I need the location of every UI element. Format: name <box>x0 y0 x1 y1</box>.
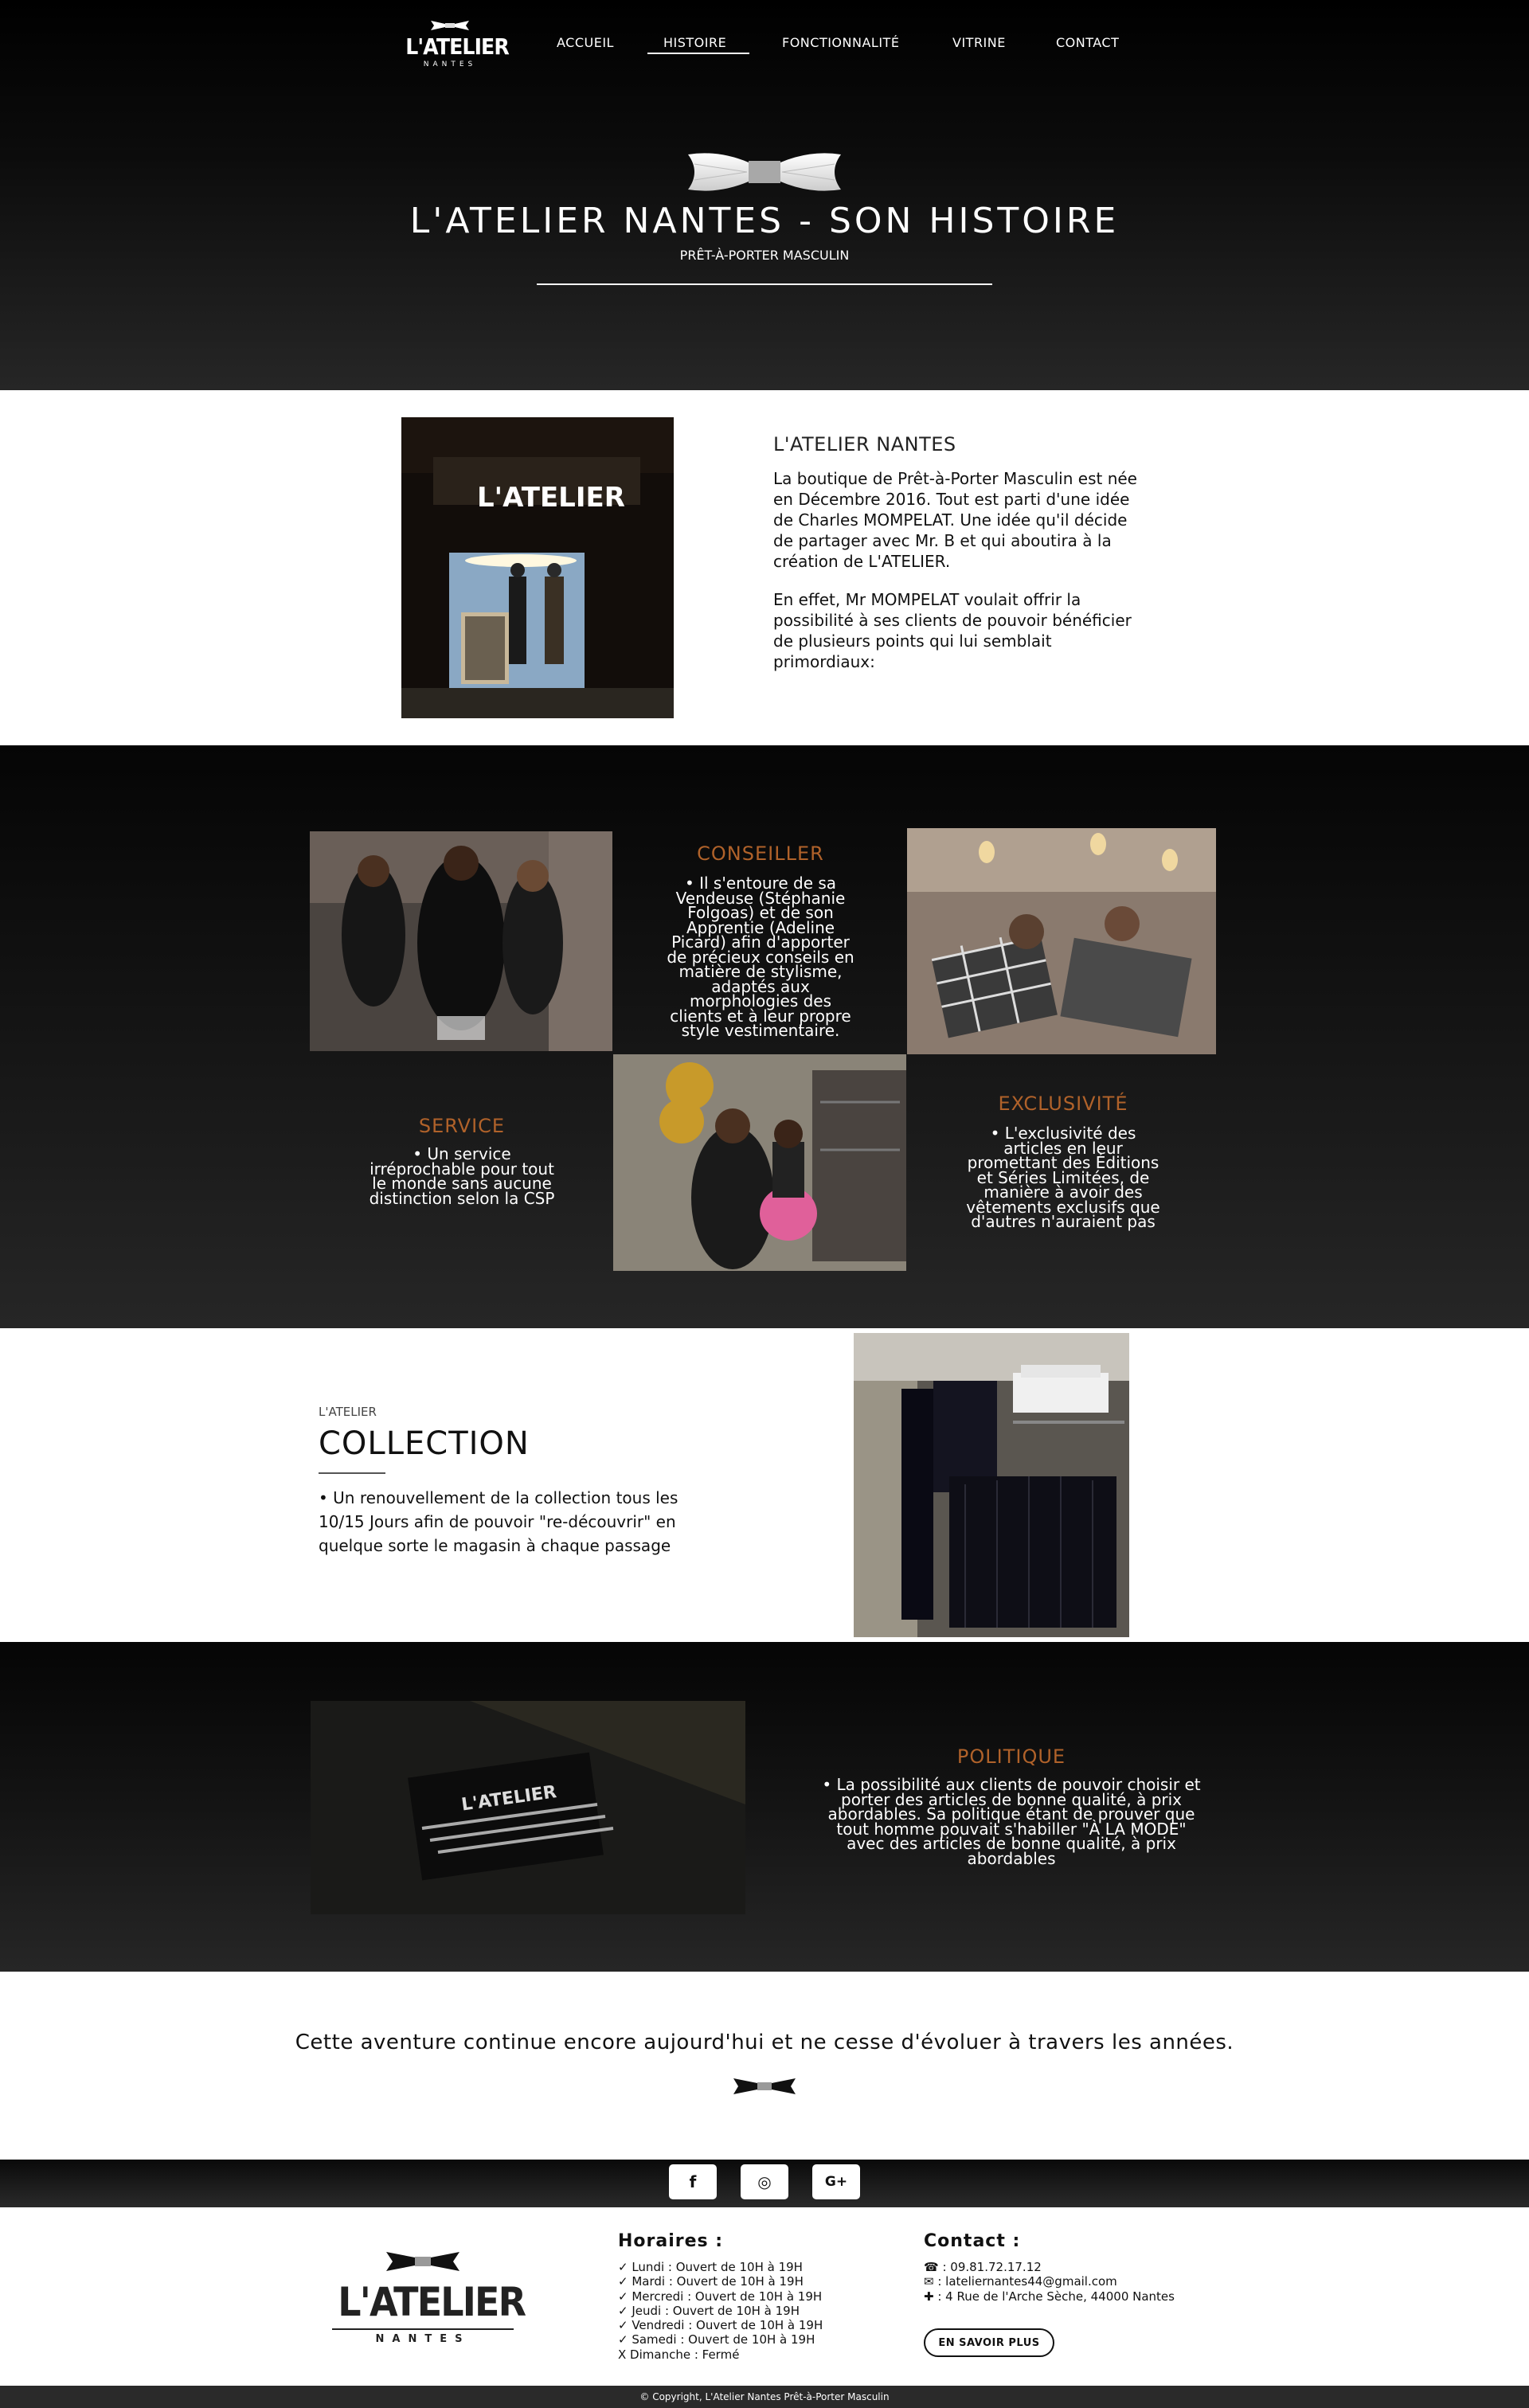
logo-city: NANTES <box>423 61 477 68</box>
horaire-item: ✓ Mercredi : Ouvert de 10H à 19H <box>618 2289 823 2304</box>
conclusion-text: Cette aventure continue encore aujourd'h… <box>295 2031 1234 2054</box>
contact-address: ✚ : 4 Rue de l'Arche Sèche, 44000 Nantes <box>924 2289 1175 2304</box>
bowtie-hero-icon <box>688 153 841 191</box>
collection-kicker: L'ATELIER <box>319 1405 377 1419</box>
storefront-sign: L'ATELIER <box>477 482 625 514</box>
page-subtitle: PRÊT-À-PORTER MASCULIN <box>679 248 850 263</box>
politique-section <box>0 1642 1529 1972</box>
conseiller-title: CONSEILLER <box>697 842 824 865</box>
storefront-photo: L'ATELIER <box>401 417 674 718</box>
politique-text: • La possibilité aux clients de pouvoir … <box>772 1777 1250 1866</box>
footer-logo-wordmark: L'ATELIER <box>338 2279 526 2325</box>
about-line: de Charles MOMPELAT. Une idée qu'il déci… <box>773 510 1128 530</box>
facebook-icon: f <box>689 2172 697 2191</box>
collection-line: quelque sorte le magasin à chaque passag… <box>319 1536 671 1555</box>
about-line: possibilité à ses clients de pouvoir bén… <box>773 611 1132 630</box>
nav-fonctionnalite[interactable]: FONCTIONNALITÉ <box>782 35 899 50</box>
business-card-photo: L'ATELIER <box>311 1701 745 1914</box>
title-divider <box>537 283 992 285</box>
collection-line: 10/15 Jours afin de pouvoir "re-découvri… <box>319 1512 676 1531</box>
page-title: L'ATELIER NANTES - SON HISTOIRE <box>409 201 1120 241</box>
google-plus-icon: G+ <box>824 2174 848 2190</box>
about-paragraph-2: En effet, Mr MOMPELAT voulait offrir la … <box>773 589 1203 672</box>
horaire-item: ✓ Lundi : Ouvert de 10H à 19H <box>618 2260 803 2274</box>
service-text: • Un service irréprochable pour tout le … <box>311 1146 613 1208</box>
conseiller-line: style vestimentaire. <box>681 1021 840 1040</box>
horaire-item: ✓ Mardi : Ouvert de 10H à 19H <box>618 2274 804 2289</box>
footer-logo[interactable]: L'ATELIER NANTES <box>330 2250 526 2346</box>
footer-logo-city: NANTES <box>375 2333 471 2345</box>
nav-contact[interactable]: CONTACT <box>1056 35 1119 50</box>
about-line: création de L'ATELIER. <box>773 552 951 571</box>
about-line: de partager avec Mr. B et qui aboutira à… <box>773 531 1112 550</box>
nav-vitrine[interactable]: VITRINE <box>952 35 1006 50</box>
horaire-item: ✓ Jeudi : Ouvert de 10H à 19H <box>618 2303 800 2318</box>
team-photo-1 <box>310 831 612 1051</box>
about-line: La boutique de Prêt-à-Porter Masculin es… <box>773 469 1137 488</box>
politique-title: POLITIQUE <box>956 1745 1066 1768</box>
collection-text: • Un renouvellement de la collection tou… <box>319 1486 764 1558</box>
horaires-title: Horaires : <box>618 2231 724 2251</box>
google-plus-button[interactable]: G+ <box>812 2164 860 2199</box>
collection-photo <box>854 1333 1129 1637</box>
facebook-button[interactable]: f <box>669 2164 717 2199</box>
team-photo-3 <box>613 1054 906 1271</box>
nav-accueil[interactable]: ACCUEIL <box>557 35 614 50</box>
about-line: de plusieurs points qui lui semblait <box>773 631 1052 651</box>
exclusivite-title: EXCLUSIVITÉ <box>998 1093 1128 1115</box>
about-title: L'ATELIER NANTES <box>773 433 956 455</box>
horaire-item: ✓ Vendredi : Ouvert de 10H à 19H <box>618 2318 823 2333</box>
nav-active-indicator <box>647 53 749 54</box>
collection-line: • Un renouvellement de la collection tou… <box>319 1488 678 1507</box>
horaires-list: ✓ Lundi : Ouvert de 10H à 19H ✓ Mardi : … <box>618 2260 889 2362</box>
header-logo[interactable]: L'ATELIER NANTES <box>401 19 510 72</box>
about-line: primordiaux: <box>773 652 875 671</box>
exclusivite-text: • L'exclusivité des articles en leur pro… <box>912 1125 1214 1231</box>
about-line: en Décembre 2016. Tout est parti d'une i… <box>773 490 1130 509</box>
logo-wordmark: L'ATELIER <box>405 33 510 60</box>
bowtie-footer-icon <box>386 2252 459 2271</box>
exclusivite-line: d'autres n'auraient pas <box>971 1212 1156 1231</box>
instagram-button[interactable]: ◎ <box>741 2164 788 2199</box>
collection-title: COLLECTION <box>319 1425 530 1462</box>
copyright: © Copyright, L'Atelier Nantes Prêt-à-Por… <box>0 2386 1529 2408</box>
collection-divider <box>319 1472 385 1474</box>
politique-line: abordables <box>967 1848 1056 1868</box>
bowtie-small-icon <box>733 2078 796 2094</box>
contact-title: Contact : <box>924 2231 1021 2251</box>
contact-email[interactable]: ✉ : lateliernantes44@gmail.com <box>924 2274 1258 2289</box>
nav-histoire[interactable]: HISTOIRE <box>663 35 726 50</box>
instagram-icon: ◎ <box>757 2172 772 2191</box>
bowtie-logo-icon <box>431 21 469 30</box>
contact-list: ☎ : 09.81.72.17.12 ✉ : lateliernantes44@… <box>924 2260 1258 2304</box>
horaire-item: ✓ Samedi : Ouvert de 10H à 19H <box>618 2332 815 2347</box>
horaire-item: X Dimanche : Fermé <box>618 2347 740 2362</box>
about-line: En effet, Mr MOMPELAT voulait offrir la <box>773 590 1081 609</box>
conseiller-text: • Il s'entoure de sa Vendeuse (Stéphanie… <box>613 875 908 1040</box>
service-line: distinction selon la CSP <box>369 1188 555 1208</box>
service-title: SERVICE <box>418 1115 506 1137</box>
en-savoir-plus-button[interactable]: EN SAVOIR PLUS <box>924 2328 1054 2357</box>
footer-logo-rule <box>332 2328 514 2330</box>
team-photo-2 <box>907 828 1216 1054</box>
about-paragraph-1: La boutique de Prêt-à-Porter Masculin es… <box>773 468 1203 572</box>
contact-phone[interactable]: ☎ : 09.81.72.17.12 <box>924 2260 1258 2274</box>
